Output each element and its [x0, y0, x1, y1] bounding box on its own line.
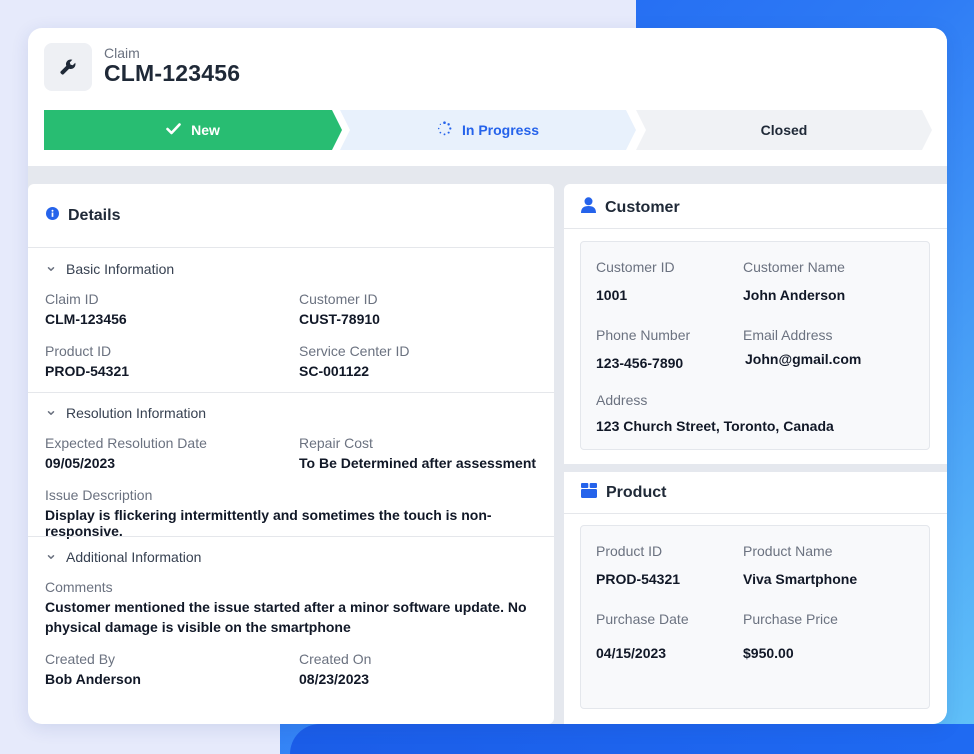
details-header: Details: [46, 207, 120, 225]
resolution-info-toggle[interactable]: Resolution Information: [46, 405, 206, 421]
check-icon: [166, 122, 181, 138]
phone-value: 123-456-7890: [596, 355, 684, 371]
customer-id-value: CUST-78910: [299, 311, 380, 327]
purchase-price-value: $950.00: [743, 645, 794, 661]
spinner-icon: [437, 121, 452, 139]
resolution-date-label: Expected Resolution Date: [45, 435, 207, 451]
service-center-label: Service Center ID: [299, 343, 410, 359]
additional-info-toggle[interactable]: Additional Information: [46, 549, 201, 565]
divider: [28, 247, 554, 248]
email-label: Email Address: [743, 327, 833, 343]
comments-value-line1: Customer mentioned the issue started aft…: [45, 599, 527, 615]
repair-cost-label: Repair Cost: [299, 435, 373, 451]
address-value: 123 Church Street, Toronto, Canada: [596, 418, 834, 434]
stage-new[interactable]: New: [44, 110, 342, 150]
claim-id-title: CLM-123456: [104, 60, 241, 86]
product-header: Product: [581, 483, 666, 503]
customer-name-value: John Anderson: [743, 287, 846, 303]
customer-header: Customer: [581, 197, 680, 218]
customer-id-label: Customer ID: [299, 291, 378, 307]
created-by-label: Created By: [45, 651, 116, 667]
product-name-label: Product Name: [743, 543, 833, 559]
product-id-value: PROD-54321: [45, 363, 130, 379]
chevron-down-icon: [46, 549, 56, 565]
claim-id-label: Claim ID: [45, 291, 99, 307]
comments-label: Comments: [45, 579, 113, 595]
product-title: Product: [606, 484, 667, 501]
customer-title: Customer: [605, 198, 680, 216]
additional-info-title: Additional Information: [66, 549, 202, 565]
created-on-value: 08/23/2023: [299, 671, 370, 687]
purchase-price-label: Purchase Price: [743, 611, 838, 627]
purchase-date-value: 04/15/2023: [596, 645, 667, 661]
status-path: New In Progress Closed: [44, 110, 932, 150]
details-title: Details: [68, 207, 121, 224]
basic-info-toggle[interactable]: Basic Information: [46, 261, 174, 277]
phone-label: Phone Number: [596, 327, 691, 343]
email-value[interactable]: John@gmail.com: [745, 351, 861, 367]
divider: [28, 392, 554, 393]
chevron-down-icon: [46, 405, 56, 421]
basic-info-title: Basic Information: [66, 261, 175, 277]
stage-closed[interactable]: Closed: [636, 110, 932, 150]
divider: [564, 513, 947, 514]
repair-cost-value: To Be Determined after assessment: [299, 455, 537, 471]
info-icon: [46, 207, 59, 225]
issue-description-label: Issue Description: [45, 487, 153, 503]
resolution-info-title: Resolution Information: [66, 405, 207, 421]
wrench-icon: [44, 43, 92, 91]
divider: [28, 536, 554, 537]
issue-description-value: Display is flickering intermittently and…: [45, 507, 492, 539]
claim-label: Claim: [104, 45, 140, 61]
stage-label: New: [191, 122, 220, 138]
address-label: Address: [596, 392, 648, 408]
customer-id-value: 1001: [596, 287, 628, 303]
purchase-date-label: Purchase Date: [596, 611, 689, 627]
created-by-value: Bob Anderson: [45, 671, 141, 687]
product-name-value: Viva Smartphone: [743, 571, 858, 587]
product-id-value: PROD-54321: [596, 571, 681, 587]
chevron-down-icon: [46, 261, 56, 277]
claim-card: Claim CLM-123456 New In Progress Closed …: [28, 28, 947, 724]
stage-in-progress[interactable]: In Progress: [340, 110, 636, 150]
product-panel: Product Product ID PROD-54321 Product Na…: [564, 472, 947, 724]
product-id-label: Product ID: [596, 543, 663, 559]
resolution-date-value: 09/05/2023: [45, 455, 116, 471]
background-gradient-bottom: [290, 724, 974, 754]
created-on-label: Created On: [299, 651, 372, 667]
divider: [564, 228, 947, 229]
customer-name-label: Customer Name: [743, 259, 845, 275]
customer-panel: Customer Customer ID 1001 Customer Name …: [564, 184, 947, 464]
claim-id-value: CLM-123456: [45, 311, 127, 327]
stage-label: Closed: [760, 122, 808, 138]
product-id-label: Product ID: [45, 343, 112, 359]
customer-id-label: Customer ID: [596, 259, 675, 275]
stage-label: In Progress: [461, 122, 540, 138]
box-icon: [581, 483, 597, 503]
details-panel: Details Basic Information Claim ID CLM-1…: [28, 184, 554, 724]
user-icon: [581, 197, 596, 218]
service-center-value: SC-001122: [299, 363, 370, 379]
claim-header: Claim CLM-123456 New In Progress Closed: [28, 28, 947, 166]
comments-value-line2: physical damage is visible on the smartp…: [45, 619, 351, 635]
